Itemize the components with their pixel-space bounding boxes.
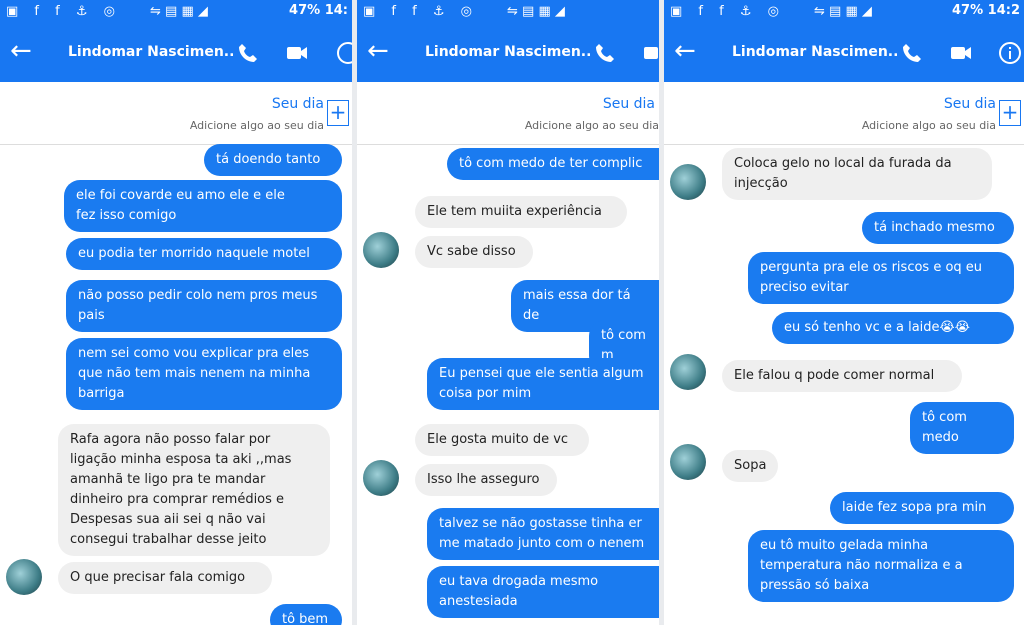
message-received[interactable]: Ele falou q pode comer normal xyxy=(722,360,962,392)
info-icon[interactable] xyxy=(998,41,1022,65)
phone-icon[interactable] xyxy=(236,41,260,65)
message-sent[interactable]: tá doendo tanto xyxy=(204,144,342,176)
message-sent[interactable]: não posso pedir colo nem pros meus pais xyxy=(66,280,342,332)
message-sent[interactable]: tá inchado mesmo xyxy=(862,212,1014,244)
battery-percent: 47% xyxy=(952,3,984,18)
your-day-bar: Seu dia Adicione algo ao seu dia xyxy=(357,82,659,145)
status-signal-icons: ⇋ ▤ ▦ ◢ xyxy=(814,4,872,19)
message-sent[interactable]: tô com medo xyxy=(910,402,1014,454)
your-day-subtitle: Adicione algo ao seu dia xyxy=(524,119,659,132)
video-call-icon[interactable] xyxy=(642,41,659,65)
video-call-icon[interactable] xyxy=(949,41,973,65)
your-day-title[interactable]: Seu dia xyxy=(944,96,996,112)
message-sent[interactable]: eu tava drogada mesmo anestesiada xyxy=(427,566,659,618)
contact-name[interactable]: Lindomar Nascimen.. xyxy=(732,44,898,60)
message-list: Coloca gelo no local da furada da injecç… xyxy=(664,144,1024,625)
battery-percent: 47% xyxy=(289,3,321,18)
your-day-subtitle: Adicione algo ao seu dia xyxy=(189,119,324,132)
conversation-header: ← Lindomar Nascimen.. xyxy=(664,24,1024,82)
conversation-header: ← Lindomar Nascimen.. xyxy=(357,24,659,82)
status-time: 14:2 xyxy=(987,3,1020,18)
status-signal-icons: ⇋ ▤ ▦ ◢ xyxy=(150,4,208,19)
message-list: tô com medo de ter complic Ele tem muiit… xyxy=(357,144,659,625)
status-left-icons: ▣ f f ⚓ ◎ xyxy=(670,4,785,19)
contact-name[interactable]: Lindomar Nascimen.. xyxy=(425,44,591,60)
message-received[interactable]: Sopa xyxy=(722,450,778,482)
message-sent[interactable]: ele foi covarde eu amo ele e ele fez iss… xyxy=(64,180,342,232)
your-day-title[interactable]: Seu dia xyxy=(603,96,655,112)
message-list: tá doendo tanto ele foi covarde eu amo e… xyxy=(0,144,352,625)
your-day-title[interactable]: Seu dia xyxy=(272,96,324,112)
message-sent[interactable]: tô bem xyxy=(270,604,342,625)
chat-panel-3: ▣ f f ⚓ ◎ ⇋ ▤ ▦ ◢ 47% 14:2 ← Lindomar Na… xyxy=(664,0,1024,625)
back-arrow-icon[interactable]: ← xyxy=(674,38,696,64)
message-sent[interactable]: laide fez sopa pra min xyxy=(830,492,1014,524)
status-bar: ▣ f f ⚓ ◎ ⇋ ▤ ▦ ◢ xyxy=(357,0,659,24)
message-received[interactable]: Ele tem muiita experiência xyxy=(415,196,627,228)
message-received[interactable]: Isso lhe asseguro xyxy=(415,464,557,496)
your-day-subtitle: Adicione algo ao seu dia xyxy=(861,119,996,132)
contact-avatar[interactable] xyxy=(670,164,706,200)
contact-avatar[interactable] xyxy=(363,232,399,268)
message-received[interactable]: Rafa agora não posso falar por ligação m… xyxy=(58,424,330,556)
message-sent[interactable]: pergunta pra ele os riscos e oq eu preci… xyxy=(748,252,1014,304)
status-time: 14: xyxy=(324,3,348,18)
phone-icon[interactable] xyxy=(593,41,617,65)
contact-avatar[interactable] xyxy=(6,559,42,595)
back-arrow-icon[interactable]: ← xyxy=(10,38,32,64)
status-bar: ▣ f f ⚓ ◎ ⇋ ▤ ▦ ◢ 47% 14:2 xyxy=(664,0,1024,24)
status-signal-icons: ⇋ ▤ ▦ ◢ xyxy=(507,4,565,19)
contact-avatar[interactable] xyxy=(670,354,706,390)
message-sent[interactable]: eu podia ter morrido naquele motel xyxy=(66,238,342,270)
your-day-bar: Seu dia Adicione algo ao seu dia + xyxy=(664,82,1024,145)
message-sent[interactable]: eu tô muito gelada minha temperatura não… xyxy=(748,530,1014,602)
add-story-button[interactable]: + xyxy=(999,100,1021,126)
message-received[interactable]: O que precisar fala comigo xyxy=(58,562,272,594)
message-received[interactable]: Coloca gelo no local da furada da injecç… xyxy=(722,148,992,200)
message-sent[interactable]: tô com medo de ter complic xyxy=(447,148,659,180)
add-story-button[interactable]: + xyxy=(327,100,349,126)
message-received[interactable]: Ele gosta muito de vc xyxy=(415,424,589,456)
message-sent[interactable]: eu só tenho vc e a laide😭😭 xyxy=(772,312,1014,344)
your-day-bar: Seu dia Adicione algo ao seu dia + xyxy=(0,82,352,145)
message-sent[interactable]: nem sei como vou explicar pra eles que n… xyxy=(66,338,342,410)
chat-panel-1: ▣ f f ⚓ ◎ ⇋ ▤ ▦ ◢ 47% 14: ← Lindomar Nas… xyxy=(0,0,352,625)
phone-icon[interactable] xyxy=(900,41,924,65)
conversation-header: ← Lindomar Nascimen.. xyxy=(0,24,352,82)
info-icon[interactable] xyxy=(336,41,352,65)
back-arrow-icon[interactable]: ← xyxy=(367,38,389,64)
contact-avatar[interactable] xyxy=(363,460,399,496)
video-call-icon[interactable] xyxy=(285,41,309,65)
message-sent[interactable]: talvez se não gostasse tinha er me matad… xyxy=(427,508,659,560)
contact-name[interactable]: Lindomar Nascimen.. xyxy=(68,44,234,60)
status-left-icons: ▣ f f ⚓ ◎ xyxy=(6,4,121,19)
contact-avatar[interactable] xyxy=(670,444,706,480)
message-received[interactable]: Vc sabe disso xyxy=(415,236,533,268)
status-bar: ▣ f f ⚓ ◎ ⇋ ▤ ▦ ◢ 47% 14: xyxy=(0,0,352,24)
chat-panel-2: ▣ f f ⚓ ◎ ⇋ ▤ ▦ ◢ ← Lindomar Nascimen.. … xyxy=(357,0,659,625)
message-sent[interactable]: Eu pensei que ele sentia algum coisa por… xyxy=(427,358,659,410)
status-left-icons: ▣ f f ⚓ ◎ xyxy=(363,4,478,19)
